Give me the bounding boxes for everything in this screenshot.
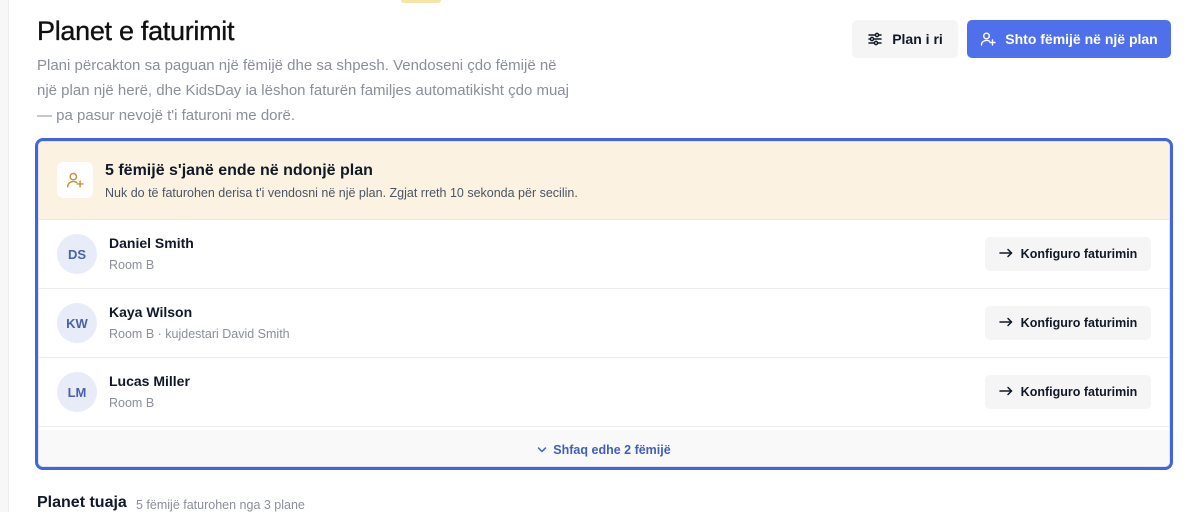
child-meta: Room B (109, 396, 155, 410)
avatar: KW (57, 303, 97, 343)
unassigned-children-card: 5 fëmijë s'janë ende në ndonjë plan Nuk … (35, 138, 1173, 470)
configure-billing-button[interactable]: Konfiguro faturimin (985, 306, 1151, 340)
page-title: Planet e faturimit (37, 16, 235, 46)
child-name: Daniel Smith (109, 235, 194, 251)
unassigned-alert-description: Nuk do të faturohen derisa t'i vendosni … (105, 186, 578, 200)
new-plan-label: Plan i ri (892, 31, 943, 47)
child-name: Kaya Wilson (109, 304, 193, 320)
user-plus-icon (57, 162, 93, 198)
child-row: KW Kaya Wilson Room B · kujdestari David… (39, 289, 1169, 358)
child-row: LM Lucas Miller Room B Konfiguro faturim… (39, 358, 1169, 427)
plans-section-meta: 5 fëmijë faturohen nga 3 plane (136, 498, 305, 512)
chevron-down-icon (537, 443, 547, 457)
arrow-right-icon (998, 316, 1013, 330)
configure-billing-button[interactable]: Konfiguro faturimin (985, 375, 1151, 409)
add-child-label: Shto fëmijë në një plan (1005, 31, 1158, 47)
avatar: DS (57, 234, 97, 274)
new-plan-button[interactable]: Plan i ri (852, 20, 958, 58)
child-name: Lucas Miller (109, 373, 190, 389)
avatar: LM (57, 372, 97, 412)
arrow-right-icon (998, 385, 1013, 399)
user-plus-icon (980, 31, 996, 47)
configure-billing-label: Konfiguro faturimin (1020, 385, 1138, 399)
sliders-icon (867, 31, 883, 47)
child-meta: Room B (109, 258, 155, 272)
page-subtitle: Plani përcakton sa paguan një fëmijë dhe… (37, 57, 569, 124)
configure-billing-label: Konfiguro faturimin (1020, 316, 1138, 330)
unassigned-children-card-inner: 5 fëmijë s'janë ende në ndonjë plan Nuk … (38, 141, 1170, 467)
unassigned-alert: 5 fëmijë s'janë ende në ndonjë plan Nuk … (39, 142, 1169, 220)
configure-billing-button[interactable]: Konfiguro faturimin (985, 237, 1151, 271)
child-row: DS Daniel Smith Room B Konfiguro faturim… (39, 220, 1169, 289)
configure-billing-label: Konfiguro faturimin (1020, 247, 1138, 261)
arrow-right-icon (998, 247, 1013, 261)
plans-section-title: Planet tuaja (37, 494, 127, 511)
unassigned-alert-title: 5 fëmijë s'janë ende në ndonjë plan (105, 162, 373, 179)
page: Planet e faturimit Plani përcakton sa pa… (8, 0, 1200, 512)
show-more-label: Shfaq edhe 2 fëmijë (553, 443, 671, 457)
add-child-to-plan-button[interactable]: Shto fëmijë në një plan (967, 20, 1171, 58)
child-meta: Room B · kujdestari David Smith (109, 327, 290, 341)
top-accent (401, 0, 441, 3)
show-more-children-button[interactable]: Shfaq edhe 2 fëmijë (39, 430, 1169, 466)
